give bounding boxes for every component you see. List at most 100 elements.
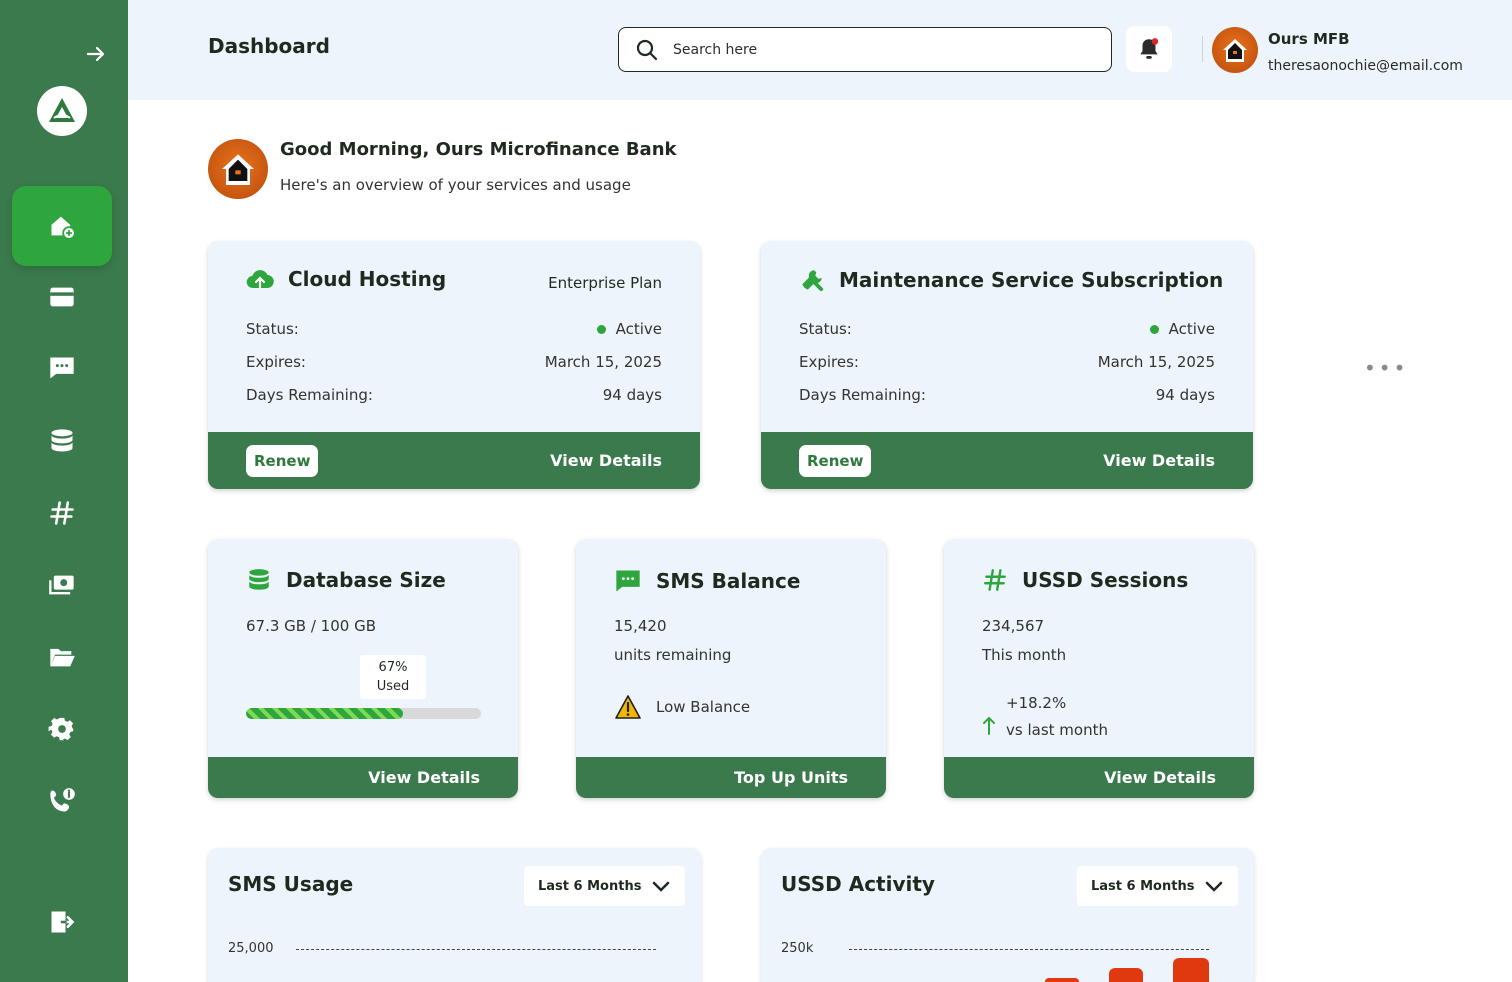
user-name: Ours MFB xyxy=(1268,30,1350,48)
days-remaining-value: 94 days xyxy=(1155,386,1215,404)
time-range-select[interactable]: Last 6 Months xyxy=(524,866,685,906)
card-title: Cloud Hosting xyxy=(288,267,447,291)
greeting-title: Good Morning, Ours Microfinance Bank xyxy=(280,139,677,160)
phone-info-icon xyxy=(50,788,75,812)
card-footer: View Details xyxy=(208,757,518,798)
days-remaining-label: Days Remaining: xyxy=(246,386,373,404)
house-logo-icon xyxy=(222,154,254,185)
sidebar-item-support[interactable] xyxy=(12,771,112,831)
sidebar-item-files[interactable] xyxy=(12,627,112,687)
status-text: Active xyxy=(615,320,662,338)
app-logo[interactable] xyxy=(37,86,87,136)
sidebar-item-settings[interactable] xyxy=(12,699,112,759)
maintenance-subscription-card: Maintenance Service Subscription Status:… xyxy=(761,241,1253,489)
card-header: SMS Balance xyxy=(614,567,800,595)
sidebar-item-dashboard[interactable] xyxy=(12,186,112,266)
usage-percent: 67% xyxy=(378,660,408,675)
hash-icon xyxy=(984,569,1006,591)
view-details-link[interactable]: View Details xyxy=(1103,451,1215,470)
view-details-link[interactable]: View Details xyxy=(368,768,480,787)
header-divider xyxy=(1202,36,1203,62)
time-range-value: Last 6 Months xyxy=(538,878,642,894)
plan-label: Enterprise Plan xyxy=(548,274,662,292)
user-avatar[interactable] xyxy=(1212,27,1258,73)
search-icon xyxy=(636,39,658,60)
card-title: SMS Balance xyxy=(656,569,801,593)
y-axis-tick: 25,000 xyxy=(228,941,274,956)
view-details-link[interactable]: View Details xyxy=(1104,768,1216,787)
top-up-units-link[interactable]: Top Up Units xyxy=(734,768,848,787)
card-header: USSD Sessions xyxy=(982,567,1188,593)
database-progress-bar xyxy=(246,708,481,719)
card-header: Cloud Hosting xyxy=(246,267,446,291)
sidebar-item-billing[interactable] xyxy=(12,267,112,327)
chart-bar xyxy=(1109,968,1143,982)
card-footer: Top Up Units xyxy=(576,757,886,798)
chart-title: USSD Activity xyxy=(781,872,935,896)
usage-tooltip: 67% Used xyxy=(360,655,426,699)
card-header: Maintenance Service Subscription xyxy=(799,267,1223,293)
card-footer: Renew View Details xyxy=(208,432,700,489)
chart-gridline xyxy=(849,949,1209,950)
bank-avatar xyxy=(208,139,268,199)
warning-text: Low Balance xyxy=(656,698,751,716)
database-icon xyxy=(249,569,269,590)
status-dot xyxy=(1149,325,1159,334)
expires-row: Expires: March 15, 2025 xyxy=(246,353,662,371)
hash-icon xyxy=(50,501,74,525)
greeting-subtitle: Here's an overview of your services and … xyxy=(280,176,631,194)
database-usage-value: 67.3 GB / 100 GB xyxy=(246,617,376,635)
sidebar-item-database[interactable] xyxy=(12,411,112,471)
days-remaining-value: 94 days xyxy=(602,386,662,404)
renew-button[interactable]: Renew xyxy=(246,444,319,477)
status-label: Status: xyxy=(799,320,852,338)
time-range-select[interactable]: Last 6 Months xyxy=(1077,866,1238,906)
database-icon xyxy=(51,429,73,452)
arrow-right-icon xyxy=(86,46,105,62)
cloud-hosting-card: Cloud Hosting Enterprise Plan Status: Ac… xyxy=(208,241,700,489)
logout-button[interactable] xyxy=(12,892,112,952)
card-header: Database Size xyxy=(246,567,446,593)
ussd-sessions-value: 234,567 xyxy=(982,617,1045,635)
sms-units-value: 15,420 xyxy=(614,617,667,635)
chart-gridline xyxy=(296,949,656,950)
view-details-link[interactable]: View Details xyxy=(550,451,662,470)
card-title: USSD Sessions xyxy=(1022,568,1189,592)
sidebar-item-ussd[interactable] xyxy=(12,483,112,543)
folder-icon xyxy=(50,648,75,667)
card-footer: View Details xyxy=(944,757,1254,798)
chart-bar xyxy=(1045,978,1079,982)
days-remaining-label: Days Remaining: xyxy=(799,386,926,404)
sidebar-item-payments[interactable] xyxy=(12,555,112,615)
sidebar-item-sms[interactable] xyxy=(12,338,112,398)
logo-icon xyxy=(49,98,75,122)
expires-label: Expires: xyxy=(799,353,859,371)
user-email: theresaonochie@email.com xyxy=(1268,58,1463,74)
expand-sidebar-button[interactable] xyxy=(80,38,112,70)
card-footer: Renew View Details xyxy=(761,432,1253,489)
renew-button[interactable]: Renew xyxy=(799,444,872,477)
ussd-activity-chart-card: USSD Activity Last 6 Months 250k xyxy=(761,848,1254,982)
more-options-icon[interactable]: ••• xyxy=(1364,356,1408,380)
sms-units-caption: units remaining xyxy=(614,646,732,664)
ussd-sessions-caption: This month xyxy=(982,646,1067,664)
bell-icon xyxy=(1140,38,1159,59)
status-row: Status: Active xyxy=(799,320,1215,338)
search-box[interactable] xyxy=(618,27,1112,72)
expires-value: March 15, 2025 xyxy=(544,353,662,371)
warning-icon xyxy=(615,695,641,719)
status-value: Active xyxy=(1149,320,1215,338)
trend-change: +18.2% xyxy=(1006,694,1067,712)
chevron-down-icon xyxy=(1205,881,1223,892)
ussd-trend: +18.2% vs last month xyxy=(982,694,1108,739)
chevron-down-icon xyxy=(652,881,670,892)
status-text: Active xyxy=(1168,320,1215,338)
search-input[interactable] xyxy=(673,41,1073,58)
ussd-sessions-card: USSD Sessions 234,567 This month +18.2% … xyxy=(944,539,1254,798)
status-value: Active xyxy=(596,320,662,338)
notifications-button[interactable] xyxy=(1126,26,1172,72)
status-row: Status: Active xyxy=(246,320,662,338)
expires-row: Expires: March 15, 2025 xyxy=(799,353,1215,371)
status-dot xyxy=(596,325,606,334)
gear-icon xyxy=(48,717,74,741)
